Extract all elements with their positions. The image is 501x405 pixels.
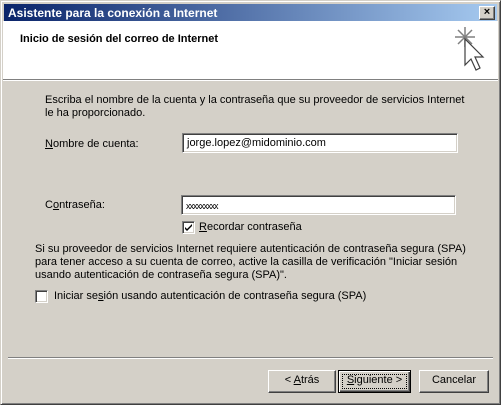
close-button[interactable]: × bbox=[479, 6, 495, 20]
password-value: xxxxxxxxx bbox=[186, 201, 218, 211]
close-icon: × bbox=[483, 6, 491, 18]
window-title: Asistente para la conexión a Internet bbox=[8, 6, 218, 20]
password-field[interactable]: xxxxxxxxx bbox=[181, 195, 456, 215]
remember-password-checkbox[interactable] bbox=[182, 221, 195, 234]
spa-checkbox[interactable] bbox=[35, 290, 48, 303]
wizard-sparkle-cursor-icon bbox=[455, 27, 485, 71]
wizard-header: Inicio de sesión del correo de Internet bbox=[3, 21, 498, 79]
account-name-value: jorge.lopez@midominio.com bbox=[187, 137, 326, 149]
back-button-label: < Atrás bbox=[284, 374, 320, 386]
cancel-button-label: Cancelar bbox=[431, 374, 477, 386]
spa-description: Si su proveedor de servicios Internet re… bbox=[35, 243, 466, 281]
intro-text: Escriba el nombre de la cuenta y la cont… bbox=[45, 94, 465, 119]
back-button[interactable]: < Atrás bbox=[268, 370, 336, 393]
title-bar[interactable]: Asistente para la conexión a Internet × bbox=[4, 4, 497, 22]
footer-divider-highlight bbox=[8, 358, 493, 359]
account-label: Nombre de cuenta: bbox=[45, 138, 139, 150]
account-name-field[interactable]: jorge.lopez@midominio.com bbox=[182, 133, 458, 153]
password-label: Contraseña: bbox=[45, 199, 105, 211]
cancel-button[interactable]: Cancelar bbox=[419, 370, 489, 393]
page-title: Inicio de sesión del correo de Internet bbox=[20, 33, 219, 45]
checkmark-icon bbox=[185, 224, 192, 231]
next-button-label: Siguiente > bbox=[346, 374, 403, 386]
header-divider-highlight bbox=[3, 80, 498, 81]
next-button[interactable]: Siguiente > bbox=[338, 370, 411, 393]
spa-checkbox-label[interactable]: Iniciar sesión usando autenticación de c… bbox=[54, 290, 366, 302]
remember-password-label[interactable]: Recordar contraseña bbox=[199, 221, 302, 233]
